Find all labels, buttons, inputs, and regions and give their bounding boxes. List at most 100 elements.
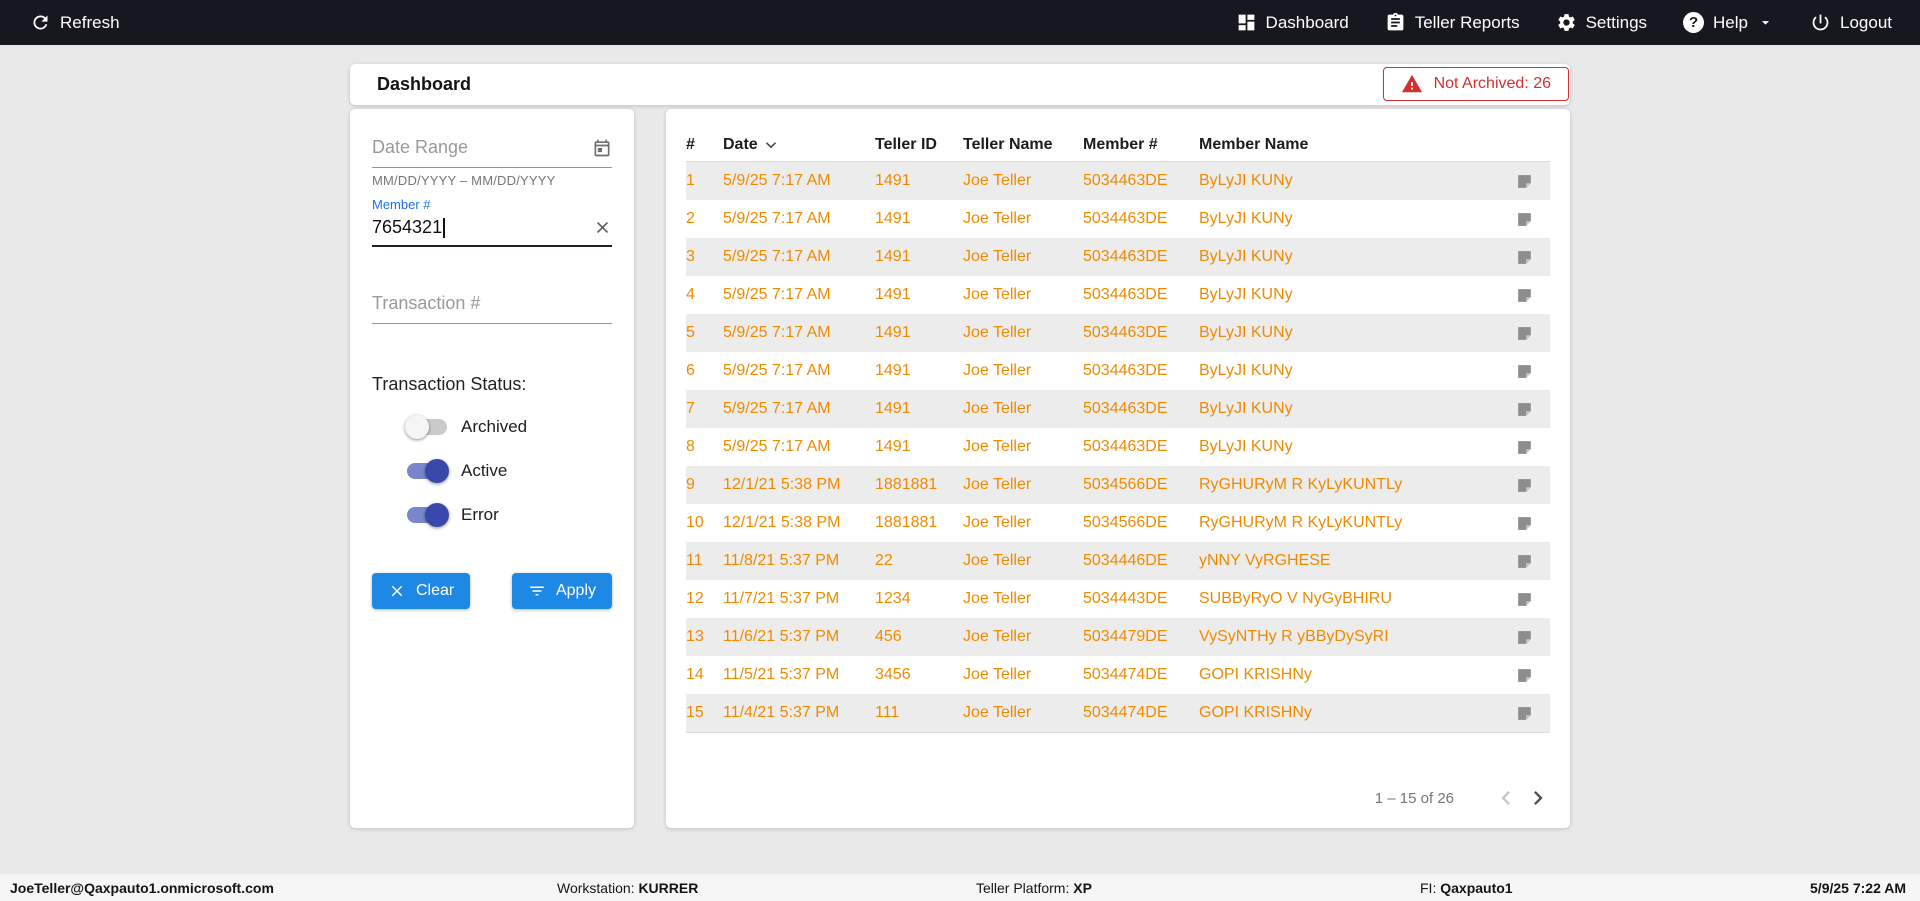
row-member: 5034463DE	[1083, 210, 1168, 227]
note-cell[interactable]	[1498, 362, 1550, 381]
note-cell[interactable]	[1498, 400, 1550, 419]
nav-dashboard[interactable]: Dashboard	[1236, 12, 1349, 33]
table-row[interactable]: 7 5/9/25 7:17 AM 1491 Joe Teller 5034463…	[686, 390, 1550, 428]
row-member-name: ByLyJI KUNy	[1199, 400, 1293, 417]
table-row[interactable]: 4 5/9/25 7:17 AM 1491 Joe Teller 5034463…	[686, 276, 1550, 314]
row-date: 5/9/25 7:17 AM	[723, 210, 831, 227]
clear-button-label: Clear	[416, 582, 455, 599]
member-field-label: Member #	[372, 197, 431, 212]
row-teller-name: Joe Teller	[963, 514, 1032, 531]
row-teller-id: 1881881	[875, 476, 938, 493]
table-row[interactable]: 1 5/9/25 7:17 AM 1491 Joe Teller 5034463…	[686, 162, 1550, 200]
calendar-icon[interactable]	[592, 138, 612, 158]
note-cell[interactable]	[1498, 628, 1550, 647]
clear-button[interactable]: Clear	[372, 573, 471, 609]
row-member: 5034443DE	[1083, 590, 1168, 607]
table-row[interactable]: 12 11/7/21 5:37 PM 1234 Joe Teller 50344…	[686, 580, 1550, 618]
row-member: 5034463DE	[1083, 362, 1168, 379]
table-row[interactable]: 10 12/1/21 5:38 PM 1881881 Joe Teller 50…	[686, 504, 1550, 542]
next-page-button[interactable]	[1522, 782, 1554, 814]
prev-page-button[interactable]	[1490, 782, 1522, 814]
gear-icon	[1557, 14, 1575, 31]
note-cell[interactable]	[1498, 514, 1550, 533]
status-platform: Teller Platform: XP	[976, 879, 1092, 896]
row-teller-name: Joe Teller	[963, 704, 1032, 721]
note-icon	[1517, 402, 1531, 416]
row-member: 5034474DE	[1083, 666, 1168, 683]
status-user: JoeTeller@Qaxpauto1.onmicrosoft.com	[10, 879, 274, 896]
row-member-name: GOPI KRISHNy	[1199, 666, 1312, 683]
row-date: 5/9/25 7:17 AM	[723, 286, 831, 303]
row-teller-id: 1234	[875, 590, 911, 607]
row-teller-name: Joe Teller	[963, 400, 1032, 417]
row-member-name: ByLyJI KUNy	[1199, 248, 1293, 265]
note-cell[interactable]	[1498, 476, 1550, 495]
row-number: 12	[686, 590, 704, 607]
note-cell[interactable]	[1498, 248, 1550, 267]
status-bar: JoeTeller@Qaxpauto1.onmicrosoft.com Work…	[0, 874, 1920, 901]
chevron-right-icon	[1534, 791, 1543, 805]
row-teller-id: 1491	[875, 400, 911, 417]
row-member-name: RyGHURyM R KyLyKUNTLy	[1199, 476, 1403, 493]
table-row[interactable]: 14 11/5/21 5:37 PM 3456 Joe Teller 50344…	[686, 656, 1550, 694]
row-date: 12/1/21 5:38 PM	[723, 514, 841, 531]
row-teller-id: 456	[875, 628, 902, 645]
apply-button[interactable]: Apply	[511, 573, 612, 609]
row-date: 5/9/25 7:17 AM	[723, 400, 831, 417]
nav-teller-reports[interactable]: Teller Reports	[1385, 12, 1520, 33]
error-toggle[interactable]	[405, 503, 449, 527]
help-icon: ?	[1683, 12, 1705, 33]
note-cell[interactable]	[1498, 324, 1550, 343]
row-member: 5034474DE	[1083, 704, 1168, 721]
note-icon	[1517, 440, 1531, 454]
transaction-field[interactable]: Transaction #	[372, 293, 612, 324]
row-date: 11/7/21 5:37 PM	[723, 590, 840, 607]
status-fi: FI: Qaxpauto1	[1420, 879, 1513, 896]
row-member: 5034479DE	[1083, 628, 1168, 645]
row-date: 11/4/21 5:37 PM	[723, 704, 840, 721]
row-number: 9	[686, 476, 695, 493]
table-row[interactable]: 2 5/9/25 7:17 AM 1491 Joe Teller 5034463…	[686, 200, 1550, 238]
note-cell[interactable]	[1498, 210, 1550, 229]
member-input[interactable]: 7654321	[372, 212, 612, 247]
note-cell[interactable]	[1498, 172, 1550, 191]
row-teller-id: 1491	[875, 324, 911, 341]
table-row[interactable]: 15 11/4/21 5:37 PM 111 Joe Teller 503447…	[686, 694, 1550, 732]
refresh-button[interactable]: Refresh	[30, 12, 120, 33]
clear-member-icon[interactable]	[593, 218, 612, 237]
table-row[interactable]: 9 12/1/21 5:38 PM 1881881 Joe Teller 503…	[686, 466, 1550, 504]
date-range-field[interactable]: Date Range	[372, 137, 612, 168]
archived-toggle[interactable]	[405, 415, 449, 439]
row-number: 4	[686, 286, 695, 303]
note-cell[interactable]	[1498, 552, 1550, 571]
col-num: #	[686, 136, 695, 153]
topbar-nav: Dashboard Teller Reports Settings ? Help…	[1236, 12, 1892, 33]
pagination: 1 – 15 of 26	[1375, 782, 1554, 814]
note-cell[interactable]	[1498, 666, 1550, 685]
active-toggle[interactable]	[405, 459, 449, 483]
toggle-row-archived: Archived	[372, 415, 612, 439]
note-icon	[1517, 554, 1531, 568]
table-row[interactable]: 6 5/9/25 7:17 AM 1491 Joe Teller 5034463…	[686, 352, 1550, 390]
table-row[interactable]: 3 5/9/25 7:17 AM 1491 Joe Teller 5034463…	[686, 238, 1550, 276]
table-row[interactable]: 13 11/6/21 5:37 PM 456 Joe Teller 503447…	[686, 618, 1550, 656]
nav-settings[interactable]: Settings	[1556, 12, 1647, 33]
row-teller-id: 1491	[875, 286, 911, 303]
table-row[interactable]: 8 5/9/25 7:17 AM 1491 Joe Teller 5034463…	[686, 428, 1550, 466]
note-icon	[1517, 288, 1531, 302]
table-row[interactable]: 5 5/9/25 7:17 AM 1491 Joe Teller 5034463…	[686, 314, 1550, 352]
not-archived-badge[interactable]: Not Archived: 26	[1382, 67, 1569, 101]
note-cell[interactable]	[1498, 704, 1550, 723]
table-row[interactable]: 11 11/8/21 5:37 PM 22 Joe Teller 5034446…	[686, 542, 1550, 580]
filter-buttons: Clear Apply	[372, 573, 612, 609]
note-cell[interactable]	[1498, 438, 1550, 457]
note-cell[interactable]	[1498, 286, 1550, 305]
active-toggle-label: Active	[461, 461, 508, 480]
refresh-icon	[33, 15, 48, 30]
note-cell[interactable]	[1498, 590, 1550, 609]
col-date[interactable]: Date	[723, 136, 875, 154]
nav-help[interactable]: ? Help	[1683, 12, 1774, 33]
sort-chevron-icon	[765, 142, 776, 149]
nav-logout[interactable]: Logout	[1810, 12, 1892, 33]
note-icon	[1517, 174, 1531, 188]
